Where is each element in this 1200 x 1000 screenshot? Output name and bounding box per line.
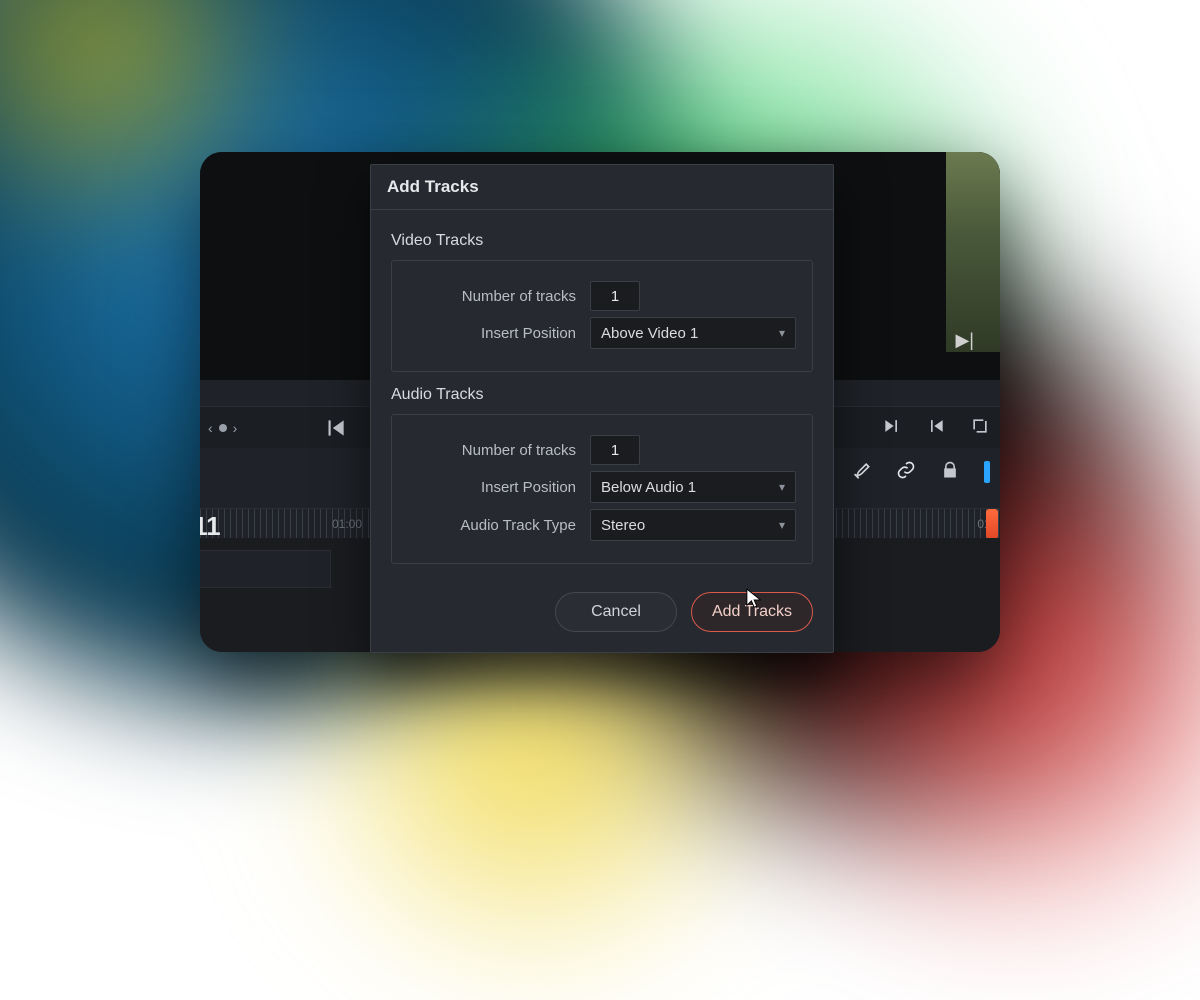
track-color-accent — [984, 461, 990, 483]
video-insert-position-label: Insert Position — [408, 325, 590, 342]
video-tracks-heading: Video Tracks — [391, 232, 813, 250]
track-header[interactable] — [200, 550, 331, 588]
lock-icon[interactable] — [940, 460, 960, 485]
crop-icon[interactable] — [970, 416, 990, 441]
audio-track-type-label: Audio Track Type — [408, 517, 590, 534]
skip-to-end-icon[interactable]: ▶| — [955, 330, 974, 351]
add-tracks-dialog: Add Tracks Video Tracks Number of tracks… — [370, 164, 834, 653]
marker-dot-icon[interactable] — [219, 424, 227, 432]
next-frame-button[interactable] — [882, 416, 902, 441]
audio-num-tracks-label: Number of tracks — [408, 442, 590, 459]
prev-arrow-icon[interactable]: ‹ — [208, 420, 213, 436]
dialog-title: Add Tracks — [371, 165, 833, 210]
video-tracks-group: Number of tracks Insert Position Above V… — [391, 260, 813, 372]
audio-num-tracks-input[interactable] — [590, 435, 640, 465]
audio-tracks-heading: Audio Tracks — [391, 386, 813, 404]
chevron-down-icon: ▾ — [779, 480, 785, 494]
clip-edge[interactable] — [986, 509, 998, 539]
button-label: Cancel — [591, 603, 641, 621]
preview-thumbnail — [946, 152, 1000, 352]
next-arrow-icon[interactable]: › — [233, 420, 238, 436]
audio-insert-position-label: Insert Position — [408, 479, 590, 496]
add-tracks-button[interactable]: Add Tracks — [691, 592, 813, 632]
audio-track-type-select[interactable]: Stereo ▾ — [590, 509, 796, 541]
video-num-tracks-input[interactable] — [590, 281, 640, 311]
video-insert-position-value: Above Video 1 — [601, 325, 698, 342]
video-num-tracks-label: Number of tracks — [408, 288, 590, 305]
ruler-marker: 01:00 — [332, 517, 362, 531]
chevron-down-icon: ▾ — [779, 518, 785, 532]
button-label: Add Tracks — [712, 603, 792, 621]
video-insert-position-select[interactable]: Above Video 1 ▾ — [590, 317, 796, 349]
cancel-button[interactable]: Cancel — [555, 592, 677, 632]
audio-tracks-group: Number of tracks Insert Position Below A… — [391, 414, 813, 564]
audio-insert-position-select[interactable]: Below Audio 1 ▾ — [590, 471, 796, 503]
prev-frame-button[interactable] — [926, 416, 946, 441]
blade-tool-icon[interactable] — [852, 460, 872, 485]
audio-track-type-value: Stereo — [601, 517, 645, 534]
audio-insert-position-value: Below Audio 1 — [601, 479, 696, 496]
link-icon[interactable] — [896, 460, 916, 485]
rewind-button[interactable] — [322, 415, 348, 446]
chevron-down-icon: ▾ — [779, 326, 785, 340]
